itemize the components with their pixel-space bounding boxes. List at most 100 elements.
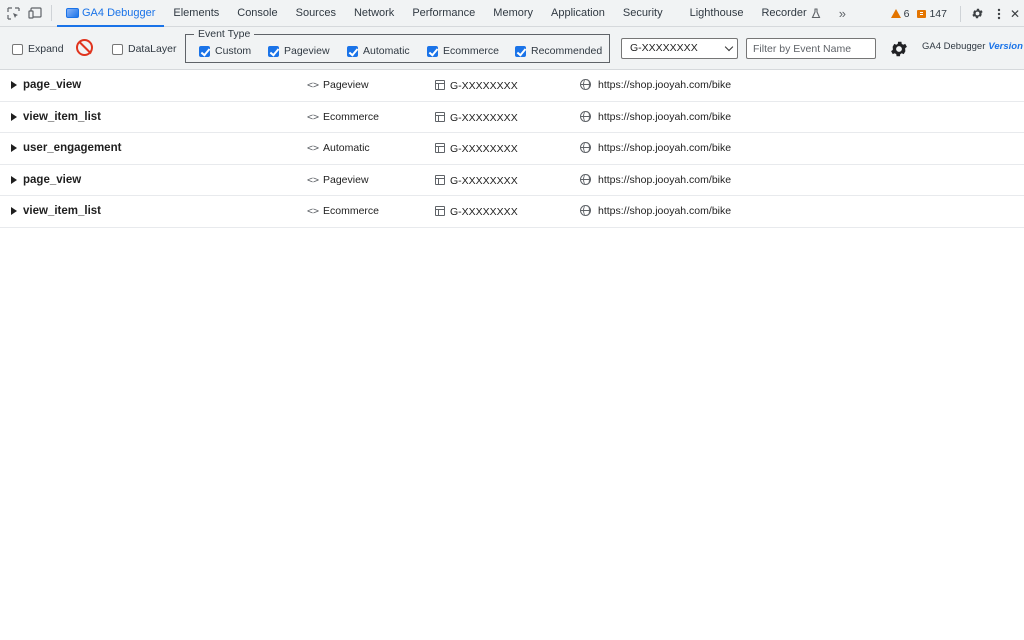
event-type-label: Automatic bbox=[363, 45, 410, 57]
ga4-debugger-toolbar: Expand DataLayer Event Type Custom Pagev… bbox=[0, 27, 1024, 70]
expand-triangle-icon[interactable] bbox=[11, 207, 17, 216]
tab-label: GA4 Debugger bbox=[82, 7, 156, 19]
event-type-pageview-checkbox[interactable]: Pageview bbox=[268, 45, 330, 57]
event-name: user_engagement bbox=[23, 142, 122, 155]
warnings-badge[interactable]: 6 bbox=[890, 8, 909, 20]
checkbox-box[interactable] bbox=[427, 45, 438, 57]
measurement-id-select[interactable]: G-XXXXXXXX bbox=[621, 38, 738, 59]
event-row[interactable]: user_engagement <> Automatic G-XXXXXXXX … bbox=[0, 133, 1024, 165]
event-type-label: Custom bbox=[215, 45, 252, 57]
event-type: Ecommerce bbox=[323, 205, 380, 218]
tab-ga4-debugger[interactable]: GA4 Debugger bbox=[57, 0, 165, 27]
tab-label: Recorder bbox=[761, 7, 807, 19]
event-url: https://shop.jooyah.com/bike bbox=[598, 79, 732, 91]
measurement-id-selected: G-XXXXXXXX bbox=[630, 42, 698, 54]
expand-triangle-icon[interactable] bbox=[11, 175, 17, 184]
expand-triangle-icon[interactable] bbox=[11, 144, 17, 153]
event-type-ecommerce-checkbox[interactable]: Ecommerce bbox=[427, 45, 499, 57]
issues-icon bbox=[917, 9, 927, 18]
devtools-tab-bar: GA4 Debugger Elements Console Sources Ne… bbox=[0, 0, 1024, 27]
tab-label: Sources bbox=[295, 7, 336, 19]
checkbox-box[interactable] bbox=[347, 45, 358, 57]
warning-icon bbox=[890, 9, 901, 18]
event-url: https://shop.jooyah.com/bike bbox=[598, 205, 732, 218]
inspect-element-icon[interactable] bbox=[2, 0, 24, 27]
table-icon bbox=[435, 206, 445, 217]
device-toolbar-icon[interactable] bbox=[24, 0, 46, 27]
event-type-label: Recommended bbox=[531, 45, 603, 57]
checkbox-box[interactable] bbox=[112, 43, 123, 55]
datalayer-checkbox[interactable]: DataLayer bbox=[112, 43, 176, 55]
event-name: page_view bbox=[23, 173, 82, 186]
chevron-down-icon bbox=[724, 42, 734, 52]
tab-lighthouse[interactable]: Lighthouse bbox=[681, 0, 753, 27]
code-brackets-icon: <> bbox=[307, 174, 320, 186]
event-row[interactable]: page_view <> Pageview G-XXXXXXXX https:/… bbox=[0, 165, 1024, 197]
close-glyph: ✕ bbox=[1010, 6, 1021, 21]
globe-icon bbox=[580, 79, 591, 90]
event-name-filter-input[interactable] bbox=[746, 38, 876, 59]
event-type-recommended-checkbox[interactable]: Recommended bbox=[515, 45, 602, 57]
issues-badge[interactable]: 147 bbox=[917, 8, 947, 20]
app-name: GA4 Debugger bbox=[922, 41, 986, 52]
event-type-automatic-checkbox[interactable]: Automatic bbox=[347, 45, 410, 57]
tab-recorder[interactable]: Recorder bbox=[752, 0, 829, 27]
event-type-legend: Event Type bbox=[194, 29, 255, 40]
tab-memory[interactable]: Memory bbox=[484, 0, 542, 27]
event-list: page_view <> Pageview G-XXXXXXXX https:/… bbox=[0, 70, 1024, 228]
app-name-label: GA4 DebuggerVersion 3 bbox=[922, 41, 1024, 52]
event-type-custom-checkbox[interactable]: Custom bbox=[199, 45, 251, 57]
checkbox-box[interactable] bbox=[199, 45, 210, 57]
event-type: Pageview bbox=[323, 79, 369, 91]
event-measurement-id: G-XXXXXXXX bbox=[450, 174, 518, 187]
event-measurement-id: G-XXXXXXXX bbox=[450, 143, 518, 156]
event-type-filter-group: Event Type Custom Pageview Automatic Eco… bbox=[185, 29, 610, 63]
debugger-settings-gear-icon[interactable] bbox=[888, 38, 910, 60]
tab-label: Lighthouse bbox=[689, 7, 744, 19]
event-row[interactable]: view_item_list <> Ecommerce G-XXXXXXXX h… bbox=[0, 102, 1024, 134]
expand-checkbox[interactable]: Expand bbox=[12, 43, 64, 55]
tab-label: Elements bbox=[173, 7, 220, 19]
more-options-icon[interactable] bbox=[988, 0, 1010, 27]
expand-triangle-icon[interactable] bbox=[11, 112, 17, 121]
event-name: view_item_list bbox=[23, 110, 101, 123]
toolbar-divider bbox=[960, 5, 961, 22]
tab-elements[interactable]: Elements bbox=[164, 0, 228, 27]
checkbox-box[interactable] bbox=[515, 45, 526, 57]
event-type: Pageview bbox=[323, 173, 369, 186]
tab-sources[interactable]: Sources bbox=[287, 0, 345, 27]
globe-icon bbox=[580, 142, 591, 154]
tab-label: Network bbox=[353, 7, 395, 19]
settings-gear-icon[interactable] bbox=[966, 0, 988, 27]
globe-icon bbox=[580, 110, 591, 122]
code-brackets-icon: <> bbox=[307, 111, 320, 123]
checkbox-box[interactable] bbox=[12, 43, 23, 55]
event-measurement-id: G-XXXXXXXX bbox=[450, 80, 518, 92]
tab-label: Console bbox=[237, 7, 278, 19]
event-type-label: Ecommerce bbox=[443, 45, 500, 57]
version-label: Version 3 bbox=[988, 41, 1024, 52]
table-icon bbox=[435, 80, 445, 90]
event-row[interactable]: view_item_list <> Ecommerce G-XXXXXXXX h… bbox=[0, 196, 1024, 228]
table-icon bbox=[435, 111, 445, 122]
globe-icon bbox=[580, 205, 591, 217]
event-name: page_view bbox=[23, 79, 82, 91]
checkbox-box[interactable] bbox=[268, 45, 279, 57]
tab-console[interactable]: Console bbox=[228, 0, 286, 27]
event-row[interactable]: page_view <> Pageview G-XXXXXXXX https:/… bbox=[0, 70, 1024, 102]
toolbar-divider bbox=[51, 5, 52, 21]
tab-network[interactable]: Network bbox=[345, 0, 403, 27]
event-name: view_item_list bbox=[23, 205, 101, 218]
event-url: https://shop.jooyah.com/bike bbox=[598, 110, 732, 123]
tab-label: Application bbox=[551, 7, 605, 19]
close-icon[interactable]: ✕ bbox=[1010, 0, 1024, 27]
clear-events-icon[interactable] bbox=[76, 39, 93, 56]
tab-performance[interactable]: Performance bbox=[403, 0, 484, 27]
event-type: Ecommerce bbox=[323, 110, 380, 123]
expand-triangle-icon[interactable] bbox=[11, 81, 17, 89]
tab-application[interactable]: Application bbox=[542, 0, 614, 27]
issues-count: 147 bbox=[929, 7, 947, 20]
datalayer-label: DataLayer bbox=[128, 43, 177, 55]
more-tabs-button[interactable]: » bbox=[830, 0, 855, 27]
tab-security[interactable]: Security bbox=[614, 0, 681, 27]
